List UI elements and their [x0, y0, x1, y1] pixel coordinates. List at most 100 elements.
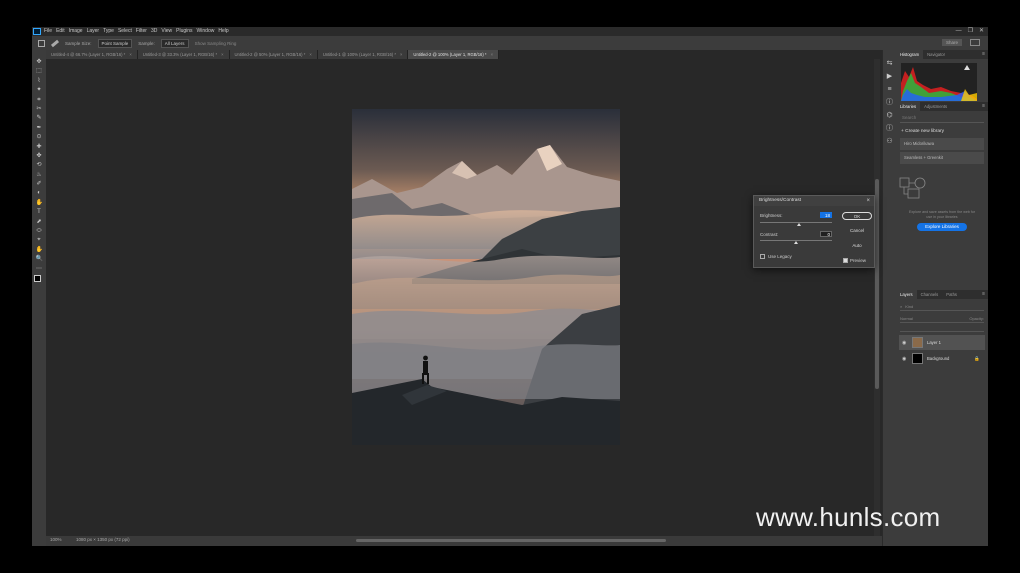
cancel-button[interactable]: Cancel — [842, 227, 872, 235]
tool-icon[interactable]: ✦ — [36, 87, 43, 93]
blend-mode-select[interactable]: Normal — [900, 316, 913, 321]
tool-icon[interactable]: ✋ — [36, 200, 43, 206]
tool-icon[interactable]: ✒ — [36, 125, 43, 131]
library-item[interactable]: Hiro Midorikawa — [900, 138, 984, 150]
tab-navigator[interactable]: Navigator — [923, 50, 949, 59]
tool-icon[interactable]: ⊙ — [36, 134, 43, 140]
panel-menu-icon[interactable]: ≡ — [982, 290, 988, 299]
close-tab-icon[interactable]: × — [221, 52, 223, 57]
vertical-scroll-thumb[interactable] — [875, 179, 879, 389]
tool-icon[interactable]: ⬈ — [36, 219, 43, 225]
tool-icon[interactable]: ♨ — [36, 172, 43, 178]
tool-icon[interactable]: ✤ — [36, 153, 43, 159]
tool-icon[interactable]: ⬭ — [36, 228, 43, 234]
brightness-input[interactable]: 18 — [820, 212, 832, 218]
contrast-slider-knob[interactable] — [794, 241, 798, 244]
panel-icon[interactable]: ▶ — [886, 73, 893, 80]
tool-icon[interactable]: ✐ — [36, 181, 43, 187]
tool-icon[interactable]: ⌇ — [36, 78, 43, 84]
use-legacy-checkbox[interactable] — [760, 254, 765, 259]
tool-icon[interactable]: ✎ — [36, 115, 43, 121]
tab-adjustments[interactable]: Adjustments — [920, 102, 951, 111]
auto-button[interactable]: Auto — [842, 242, 872, 250]
tool-icon[interactable]: ⌖ — [36, 237, 43, 243]
sample-select[interactable]: All Layers — [160, 38, 189, 48]
eyedropper-icon[interactable] — [50, 39, 60, 47]
preview-checkbox[interactable] — [843, 258, 848, 263]
document-tab[interactable]: Untitled-4 @ 66.7% (Layer 1, RGB/16) * × — [46, 50, 138, 59]
panel-icon[interactable]: ⓘ — [886, 125, 893, 132]
panel-icon[interactable]: ⌬ — [886, 112, 893, 119]
tool-icon[interactable]: ◐ — [36, 190, 43, 196]
horizontal-scrollbar[interactable] — [356, 539, 666, 542]
opacity-label[interactable]: Opacity: — [969, 316, 984, 321]
color-swatches[interactable] — [34, 274, 44, 285]
close-tab-icon[interactable]: × — [400, 52, 402, 57]
layer-item[interactable]: ◉ Layer 1 — [899, 335, 985, 350]
close-tab-icon[interactable]: × — [309, 52, 311, 57]
library-item[interactable]: Seamless + Greenkit — [900, 152, 984, 164]
warning-icon[interactable] — [964, 65, 970, 70]
menu-view[interactable]: View — [161, 27, 172, 36]
menu-image[interactable]: Image — [69, 27, 83, 36]
tab-channels[interactable]: Channels — [917, 290, 943, 299]
minimize-icon[interactable]: — — [956, 27, 962, 36]
close-tab-icon[interactable]: × — [129, 52, 131, 57]
menu-plugins[interactable]: Plugins — [176, 27, 192, 36]
show-sampling-ring-checkbox[interactable]: Show Sampling Ring — [195, 41, 237, 46]
create-library-button[interactable]: + Create new library — [901, 129, 988, 134]
menu-file[interactable]: File — [44, 27, 52, 36]
layer-filter[interactable]: ⌕ Kind — [900, 302, 984, 311]
menu-type[interactable]: Type — [103, 27, 114, 36]
tool-icon[interactable]: ✂ — [36, 106, 43, 112]
tool-icon[interactable]: ⬚ — [36, 68, 43, 74]
zoom-level[interactable]: 100% — [50, 537, 62, 542]
document-tab[interactable]: Untitled-2 @ 50% (Layer 1, RGB/16) * × — [229, 50, 318, 59]
panel-icon[interactable]: ≡ — [886, 86, 893, 93]
share-button[interactable]: Share — [941, 39, 962, 46]
panel-menu-icon[interactable]: ≡ — [982, 50, 988, 59]
tool-icon[interactable]: ⌗ — [36, 97, 43, 103]
tab-libraries[interactable]: Libraries — [896, 102, 921, 111]
home-icon[interactable] — [38, 39, 45, 47]
close-icon[interactable]: × — [866, 196, 870, 206]
close-icon[interactable]: ✕ — [979, 27, 984, 36]
restore-icon[interactable]: ❐ — [968, 27, 973, 36]
vertical-scrollbar[interactable] — [874, 59, 880, 536]
tool-icon[interactable]: 🔍 — [36, 256, 43, 262]
panel-icon[interactable]: ⇆ — [886, 60, 893, 67]
panel-menu-icon[interactable]: ≡ — [982, 102, 988, 111]
tool-icon[interactable]: T — [36, 209, 43, 215]
document-tab[interactable]: Untitled-3 @ 33.3% (Layer 1, RGB/16) * × — [137, 50, 230, 59]
tab-layers[interactable]: Layers — [896, 290, 917, 299]
tool-icon[interactable]: ✚ — [36, 144, 43, 150]
document-image[interactable] — [352, 109, 620, 445]
menu-select[interactable]: Select — [118, 27, 132, 36]
visibility-eye-icon[interactable]: ◉ — [902, 340, 908, 346]
explore-libraries-button[interactable]: Explore Libraries — [917, 223, 967, 231]
brightness-slider-knob[interactable] — [796, 223, 801, 226]
document-tab[interactable]: Untitled-1 @ 100% (Layer 1, RGB/16) * × — [317, 50, 409, 59]
tab-histogram[interactable]: Histogram — [896, 50, 924, 59]
foreground-color[interactable] — [34, 274, 41, 282]
contrast-input[interactable]: 0 — [820, 231, 832, 237]
panel-icon[interactable]: ⚇ — [886, 138, 893, 145]
tool-icon[interactable]: ⋯ — [36, 266, 43, 272]
panel-icon[interactable]: ⓘ — [886, 99, 893, 106]
menu-edit[interactable]: Edit — [56, 27, 65, 36]
tool-icon[interactable]: ⟲ — [36, 162, 43, 168]
canvas-area[interactable] — [46, 59, 882, 536]
menu-layer[interactable]: Layer — [87, 27, 100, 36]
close-tab-icon[interactable]: × — [491, 52, 493, 57]
library-search-input[interactable]: Search — [900, 115, 984, 123]
tool-icon[interactable]: ✥ — [36, 59, 43, 65]
ok-button[interactable]: OK — [842, 212, 872, 220]
tool-icon[interactable]: ✋ — [36, 247, 43, 253]
document-tab[interactable]: Untitled-2 @ 100% (Layer 1, RGB/16) * × — [408, 50, 500, 59]
visibility-eye-icon[interactable]: ◉ — [902, 356, 908, 362]
layer-item[interactable]: ◉ Background 🔒 — [899, 351, 985, 366]
menu-filter[interactable]: Filter — [136, 27, 147, 36]
workspace-icon[interactable] — [970, 39, 980, 46]
menu-help[interactable]: Help — [218, 27, 228, 36]
menu-3d[interactable]: 3D — [151, 27, 157, 36]
